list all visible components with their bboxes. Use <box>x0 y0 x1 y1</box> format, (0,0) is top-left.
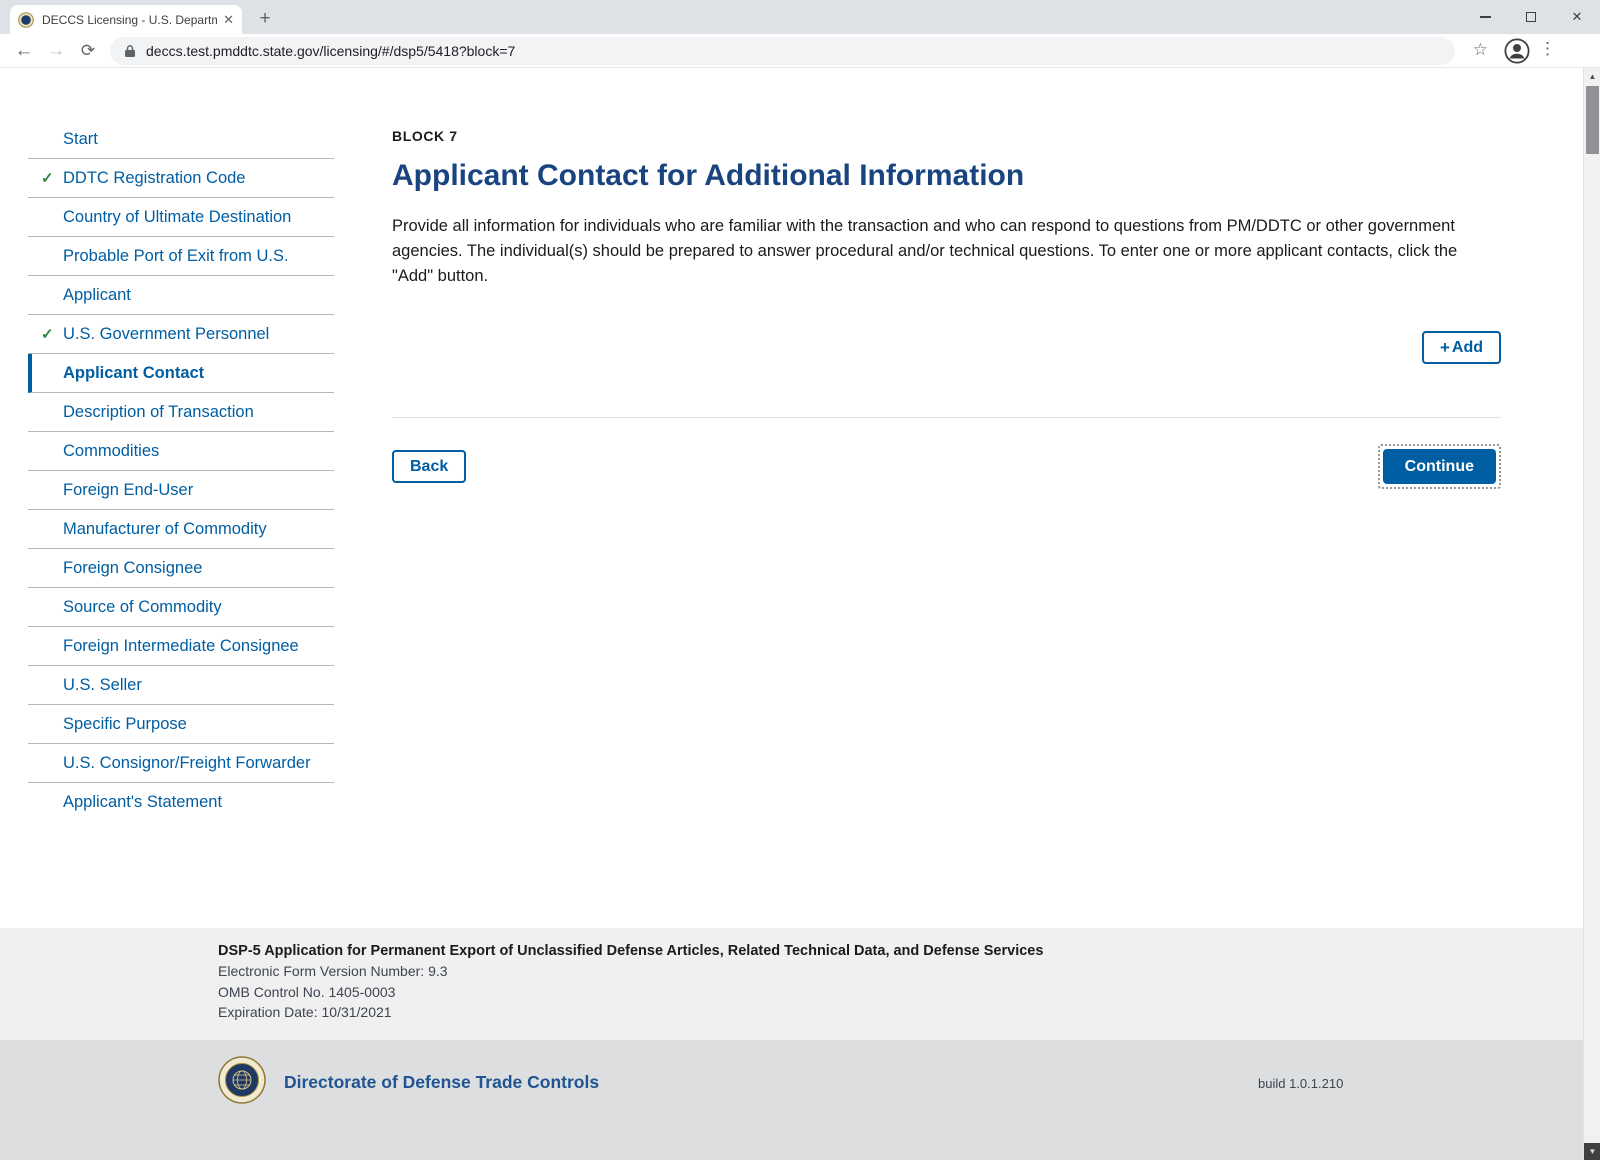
browser-tab[interactable]: DECCS Licensing - U.S. Departme ✕ <box>10 5 242 34</box>
sidebar-nav: Start ✓ DDTC Registration Code Country of U… <box>28 120 334 822</box>
back-button[interactable]: Back <box>392 450 466 483</box>
bookmark-star-icon[interactable]: ☆ <box>1473 40 1488 60</box>
continue-focus-ring: Continue <box>1378 444 1501 489</box>
sidebar-item-source-of-commodity[interactable]: Source of Commodity <box>28 588 334 627</box>
sidebar-item-label: U.S. Seller <box>63 676 142 695</box>
org-name-link[interactable]: Directorate of Defense Trade Controls <box>284 1072 599 1093</box>
sidebar-item-country-of-ultimate-destination[interactable]: Country of Ultimate Destination <box>28 198 334 237</box>
vertical-scrollbar: ▲ ▼ <box>1583 68 1600 1160</box>
sidebar-item-foreign-intermediate-consignee[interactable]: Foreign Intermediate Consignee <box>28 627 334 666</box>
form-version: Electronic Form Version Number: 9.3 <box>218 961 1583 982</box>
window-close-button[interactable]: ✕ <box>1554 0 1600 34</box>
sidebar-item-commodities[interactable]: Commodities <box>28 432 334 471</box>
tab-close-icon[interactable]: ✕ <box>223 12 234 28</box>
add-button-label: Add <box>1452 338 1483 357</box>
form-title: DSP-5 Application for Permanent Export o… <box>218 941 1583 961</box>
profile-avatar-icon[interactable] <box>1504 38 1530 69</box>
sidebar-item-label: Country of Ultimate Destination <box>63 208 291 227</box>
sidebar-item-manufacturer-of-commodity[interactable]: Manufacturer of Commodity <box>28 510 334 549</box>
checkmark-icon: ✓ <box>41 325 54 343</box>
browser-window: DECCS Licensing - U.S. Departme ✕ + ✕ ← … <box>0 0 1600 1160</box>
sidebar-item-label: Start <box>63 130 98 149</box>
sidebar-item-u-s-government-personnel[interactable]: ✓ U.S. Government Personnel <box>28 315 334 354</box>
sidebar-item-ddtc-registration-code[interactable]: ✓ DDTC Registration Code <box>28 159 334 198</box>
sidebar-item-label: Source of Commodity <box>63 598 222 617</box>
plus-icon: + <box>1440 338 1450 357</box>
sidebar-item-label: Foreign End-User <box>63 481 193 500</box>
address-bar[interactable]: deccs.test.pmddtc.state.gov/licensing/#/… <box>110 37 1455 65</box>
sidebar-item-label: U.S. Consignor/Freight Forwarder <box>63 754 311 773</box>
sidebar-item-label: Applicant's Statement <box>63 793 222 812</box>
sidebar-item-applicant-s-statement[interactable]: Applicant's Statement <box>28 783 334 822</box>
window-controls: ✕ <box>1462 0 1600 34</box>
ddtc-seal-logo <box>218 1056 266 1104</box>
sidebar-item-label: Probable Port of Exit from U.S. <box>63 247 289 266</box>
page-description: Provide all information for individuals … <box>392 214 1497 289</box>
form-info-footer: DSP-5 Application for Permanent Export o… <box>0 928 1583 1040</box>
ddtc-favicon-icon <box>18 12 34 28</box>
sidebar-item-label: Description of Transaction <box>63 403 254 422</box>
sidebar-item-applicant-contact[interactable]: Applicant Contact <box>28 354 334 393</box>
add-row: + Add <box>392 331 1501 364</box>
reload-button[interactable]: ⟳ <box>74 37 102 65</box>
window-maximize-button[interactable] <box>1508 0 1554 34</box>
page-title: Applicant Contact for Additional Informa… <box>392 158 1501 194</box>
sidebar-item-label: Manufacturer of Commodity <box>63 520 267 539</box>
continue-button[interactable]: Continue <box>1383 449 1496 484</box>
scrollbar-down-arrow[interactable]: ▼ <box>1584 1143 1600 1160</box>
menu-kebab-icon[interactable]: ⋮ <box>1539 39 1556 59</box>
browser-toolbar: ← → ⟳ deccs.test.pmddtc.state.gov/licens… <box>0 34 1600 68</box>
url-text: deccs.test.pmddtc.state.gov/licensing/#/… <box>146 43 515 59</box>
checkmark-icon: ✓ <box>41 169 54 187</box>
sidebar-item-probable-port-of-exit-from-u-s[interactable]: Probable Port of Exit from U.S. <box>28 237 334 276</box>
sidebar-item-label: DDTC Registration Code <box>63 169 245 188</box>
sidebar-item-start[interactable]: Start <box>28 120 334 159</box>
section-divider <box>392 417 1501 418</box>
form-actions: Back Continue <box>392 444 1501 489</box>
scrollbar-thumb[interactable] <box>1586 86 1599 154</box>
sidebar-item-label: Foreign Intermediate Consignee <box>63 637 299 656</box>
block-label: BLOCK 7 <box>392 128 1501 144</box>
tab-strip: DECCS Licensing - U.S. Departme ✕ + ✕ <box>0 0 1600 34</box>
sidebar-item-label: Applicant Contact <box>63 364 204 383</box>
sidebar-item-description-of-transaction[interactable]: Description of Transaction <box>28 393 334 432</box>
sidebar-item-label: Commodities <box>63 442 159 461</box>
omb-control-number: OMB Control No. 1405-0003 <box>218 982 1583 1003</box>
main-content: BLOCK 7 Applicant Contact for Additional… <box>392 128 1501 489</box>
sidebar-item-label: Specific Purpose <box>63 715 187 734</box>
minimize-icon <box>1480 16 1491 17</box>
expiration-date: Expiration Date: 10/31/2021 <box>218 1002 1583 1023</box>
sidebar-item-u-s-seller[interactable]: U.S. Seller <box>28 666 334 705</box>
sidebar-item-specific-purpose[interactable]: Specific Purpose <box>28 705 334 744</box>
back-navigation-button[interactable]: ← <box>10 37 38 65</box>
sidebar-item-u-s-consignor-freight-forwarder[interactable]: U.S. Consignor/Freight Forwarder <box>28 744 334 783</box>
build-version: build 1.0.1.210 <box>1258 1076 1343 1091</box>
window-minimize-button[interactable] <box>1462 0 1508 34</box>
lock-icon[interactable] <box>124 44 136 58</box>
sidebar-item-label: Foreign Consignee <box>63 559 202 578</box>
tab-title: DECCS Licensing - U.S. Departme <box>42 13 217 27</box>
site-footer: Directorate of Defense Trade Controls bu… <box>0 1040 1583 1160</box>
sidebar-item-label: Applicant <box>63 286 131 305</box>
add-button[interactable]: + Add <box>1422 331 1501 364</box>
sidebar-item-label: U.S. Government Personnel <box>63 325 269 344</box>
sidebar-item-foreign-consignee[interactable]: Foreign Consignee <box>28 549 334 588</box>
sidebar-item-applicant[interactable]: Applicant <box>28 276 334 315</box>
maximize-icon <box>1526 12 1536 22</box>
forward-navigation-button[interactable]: → <box>42 37 70 65</box>
close-icon: ✕ <box>1572 9 1583 25</box>
scrollbar-up-arrow[interactable]: ▲ <box>1584 68 1600 85</box>
sidebar-item-foreign-end-user[interactable]: Foreign End-User <box>28 471 334 510</box>
new-tab-button[interactable]: + <box>254 9 276 31</box>
